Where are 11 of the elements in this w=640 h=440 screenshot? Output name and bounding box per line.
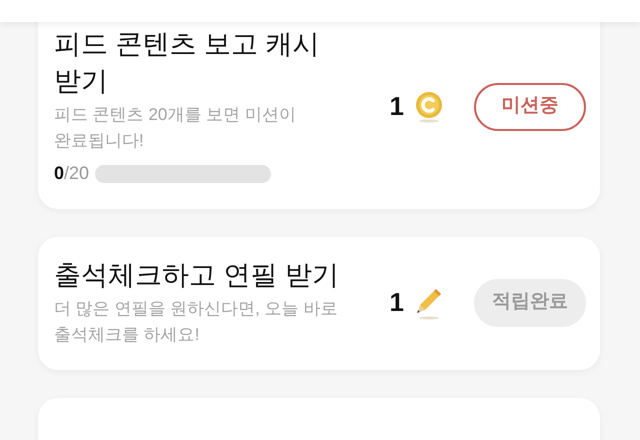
mission-title: 피드 콘텐츠 보고 캐시 받기 [54,28,321,98]
mission-title: 출석체크하고 연필 받기 [54,259,340,292]
mission-description: 피드 콘텐츠 20개를 보면 미션이 완료됩니다! [54,104,297,152]
progress-count: 0 [54,162,64,185]
reward-amount: 1 [390,90,404,123]
mission-status-button[interactable]: 미션중 [474,82,586,130]
coin-icon [414,90,444,122]
reward-amount: 1 [390,286,404,319]
mission-status-button[interactable]: 적립완료 [474,278,586,326]
mission-description: 더 많은 연필을 원하신다면, 오늘 바로 출석체크를 하세요! [54,298,338,346]
progress-total: /20 [64,162,90,185]
